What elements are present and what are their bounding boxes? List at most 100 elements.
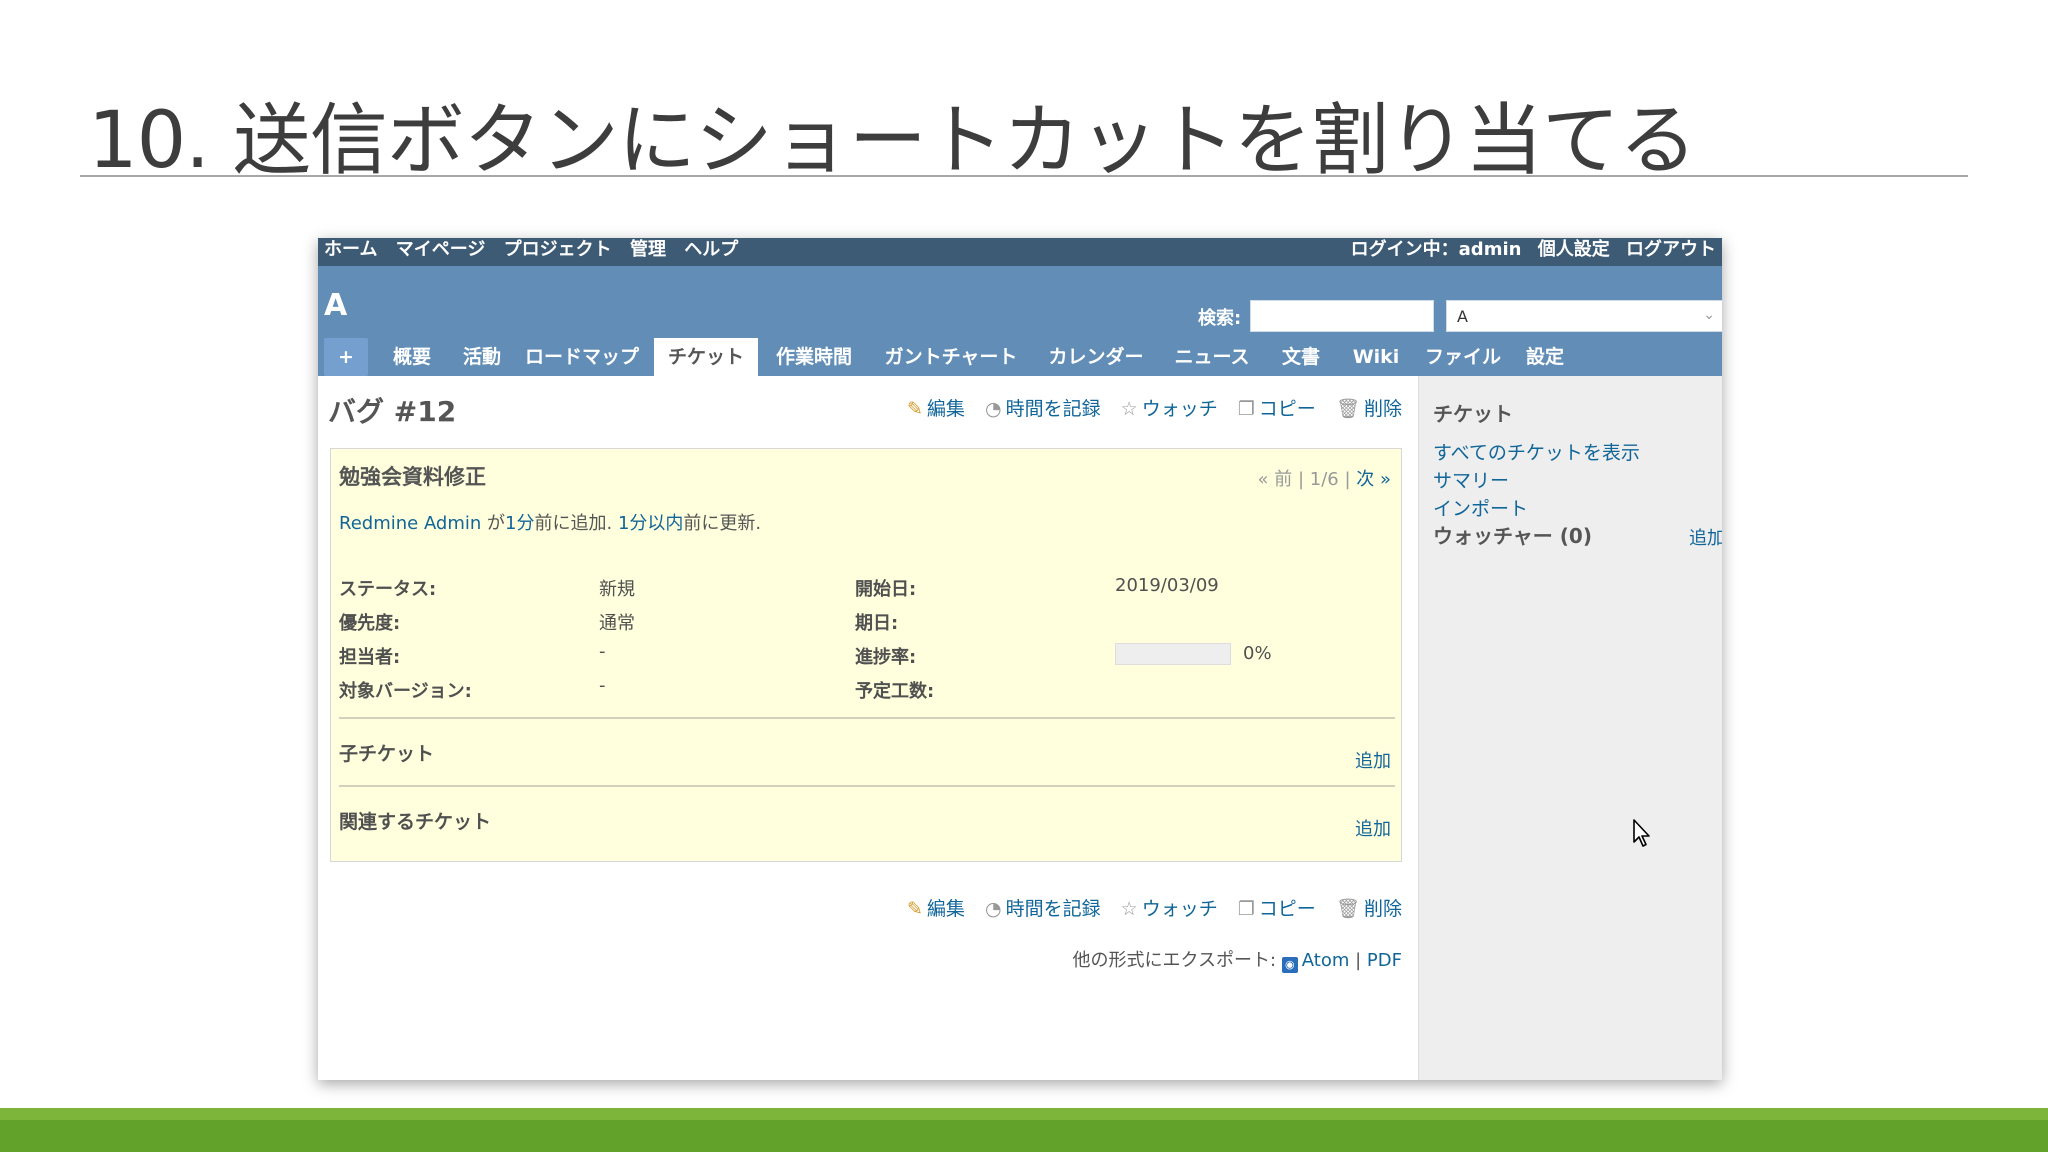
footer-band-light <box>0 1108 2048 1120</box>
tab-time-entries[interactable]: 作業時間 <box>758 338 870 376</box>
redmine-screenshot: ホーム マイページ プロジェクト 管理 ヘルプ ログイン中：admin 個人設定… <box>318 238 1722 1080</box>
watch-label: ウォッチ <box>1141 898 1218 920</box>
copy-label: コピー <box>1258 898 1316 920</box>
new-object-button[interactable]: + <box>324 338 368 376</box>
top-menu-home[interactable]: ホーム <box>324 239 377 260</box>
project-title: A <box>324 288 348 323</box>
tab-overview[interactable]: 概要 <box>376 338 448 376</box>
top-menu-admin[interactable]: 管理 <box>630 239 666 260</box>
my-account-link[interactable]: 個人設定 <box>1538 239 1610 260</box>
log-time-button[interactable]: ◔ 時間を記録 <box>985 398 1101 420</box>
clock-icon: ◔ <box>984 898 1002 920</box>
status-label: ステータス: <box>339 579 437 600</box>
tab-documents[interactable]: 文書 <box>1264 338 1338 376</box>
export-label: 他の形式にエクスポート: <box>1072 950 1277 971</box>
estimated-time-label: 予定工数: <box>855 681 935 702</box>
added-suffix: 前に追加. <box>534 513 618 534</box>
updated-suffix: 前に更新. <box>683 513 762 534</box>
start-date-label: 開始日: <box>855 579 917 600</box>
previous-link[interactable]: « 前 <box>1258 469 1293 490</box>
watch-label: ウォッチ <box>1141 398 1218 420</box>
updated-time-link[interactable]: 1分以内 <box>618 513 683 534</box>
target-version-value: - <box>599 675 606 696</box>
project-jump-value: A <box>1457 307 1468 326</box>
subtasks-title: 子チケット <box>339 743 435 765</box>
sidebar-link-all-issues[interactable]: すべてのチケットを表示 <box>1433 438 1640 465</box>
top-menu: ホーム マイページ プロジェクト 管理 ヘルプ ログイン中：admin 個人設定… <box>318 238 1722 266</box>
search-input[interactable] <box>1250 300 1434 332</box>
tab-wiki[interactable]: Wiki <box>1338 338 1414 376</box>
priority-label: 優先度: <box>339 613 401 634</box>
tab-gantt[interactable]: ガントチャート <box>870 338 1032 376</box>
export-separator: | <box>1355 950 1362 971</box>
progress-label: 進捗率: <box>855 647 917 668</box>
project-jump-select[interactable]: A ⌄ <box>1446 300 1722 332</box>
status-value: 新規 <box>599 579 635 600</box>
issue-heading: バグ #12 <box>328 395 457 428</box>
add-watcher-link[interactable]: 追加 <box>1689 524 1722 550</box>
log-time-label: 時間を記録 <box>1005 398 1101 420</box>
search-label: 検索: <box>1198 308 1242 329</box>
issue-actions-bottom: ✎ 編集 ◔ 時間を記録 ☆ ウォッチ ❐ コピー 🗑 削除 <box>893 894 1402 921</box>
add-relation-link[interactable]: 追加 <box>1355 815 1391 841</box>
priority-value: 通常 <box>599 613 635 634</box>
copy-button[interactable]: ❐ コピー <box>1238 398 1316 420</box>
clock-icon: ◔ <box>984 398 1002 420</box>
chevron-down-icon: ⌄ <box>1703 307 1715 323</box>
watch-button[interactable]: ☆ ウォッチ <box>1121 898 1218 920</box>
delete-button[interactable]: 🗑 削除 <box>1336 398 1402 420</box>
divider <box>339 785 1395 787</box>
feed-icon: ◉ <box>1281 957 1298 973</box>
main-content: バグ #12 ✎ 編集 ◔ 時間を記録 ☆ ウォッチ ❐ コピー 🗑 削除 勉強会資料修正… <box>318 376 1418 1080</box>
author-line: Redmine Admin が1分前に追加. 1分以内前に更新. <box>339 509 761 535</box>
added-time-link[interactable]: 1分 <box>505 513 534 534</box>
tab-settings[interactable]: 設定 <box>1512 338 1578 376</box>
edit-button[interactable]: ✎ 編集 <box>907 398 965 420</box>
tab-calendar[interactable]: カレンダー <box>1032 338 1160 376</box>
sidebar-link-import[interactable]: インポート <box>1433 494 1528 521</box>
copy-icon: ❐ <box>1237 898 1255 920</box>
progress-bar <box>1115 643 1231 665</box>
author-suffix: が <box>481 513 506 534</box>
pagination-separator: | <box>1297 469 1310 490</box>
top-menu-my-page[interactable]: マイページ <box>396 239 486 260</box>
delete-label: 削除 <box>1363 898 1402 920</box>
logout-link[interactable]: ログアウト <box>1626 239 1716 260</box>
sidebar-title: チケット <box>1433 402 1513 426</box>
watchers-title: ウォッチャー (0) <box>1433 524 1592 548</box>
copy-button[interactable]: ❐ コピー <box>1238 898 1316 920</box>
logged-in-label: ログイン中：admin <box>1351 239 1522 260</box>
logged-in-prefix: ログイン中： <box>1350 239 1459 260</box>
next-link[interactable]: 次 » <box>1356 469 1391 490</box>
title-divider <box>80 175 1968 177</box>
trash-icon: 🗑 <box>1335 898 1360 920</box>
tab-news[interactable]: ニュース <box>1160 338 1264 376</box>
watch-button[interactable]: ☆ ウォッチ <box>1121 398 1218 420</box>
atom-label: Atom <box>1301 950 1350 971</box>
author-link[interactable]: Redmine Admin <box>339 513 481 534</box>
pencil-icon: ✎ <box>907 398 923 420</box>
issue-details: 勉強会資料修正 « 前 | 1/6 | 次 » Redmine Admin が1… <box>330 448 1402 862</box>
sidebar-link-summary[interactable]: サマリー <box>1433 466 1509 493</box>
mouse-cursor-icon <box>1633 819 1650 847</box>
assignee-value: - <box>599 641 606 662</box>
edit-label: 編集 <box>926 398 965 420</box>
add-subtask-link[interactable]: 追加 <box>1355 747 1391 773</box>
top-menu-help[interactable]: ヘルプ <box>684 239 738 260</box>
tab-files[interactable]: ファイル <box>1414 338 1512 376</box>
tab-activity[interactable]: 活動 <box>446 338 518 376</box>
tab-roadmap[interactable]: ロードマップ <box>514 338 650 376</box>
pdf-link[interactable]: PDF <box>1367 950 1402 971</box>
edit-button[interactable]: ✎ 編集 <box>907 898 965 920</box>
pencil-icon: ✎ <box>907 898 923 920</box>
issue-actions-top: ✎ 編集 ◔ 時間を記録 ☆ ウォッチ ❐ コピー 🗑 削除 <box>893 394 1402 421</box>
top-menu-projects[interactable]: プロジェクト <box>504 239 612 260</box>
assignee-label: 担当者: <box>339 647 401 668</box>
atom-link[interactable]: ◉ Atom <box>1281 950 1350 973</box>
log-time-button[interactable]: ◔ 時間を記録 <box>985 898 1101 920</box>
relations-title: 関連するチケット <box>339 811 492 833</box>
logged-in-user-link[interactable]: admin <box>1459 239 1522 260</box>
due-date-label: 期日: <box>855 613 899 634</box>
tab-issues[interactable]: チケット <box>654 338 758 376</box>
delete-button[interactable]: 🗑 削除 <box>1336 898 1402 920</box>
